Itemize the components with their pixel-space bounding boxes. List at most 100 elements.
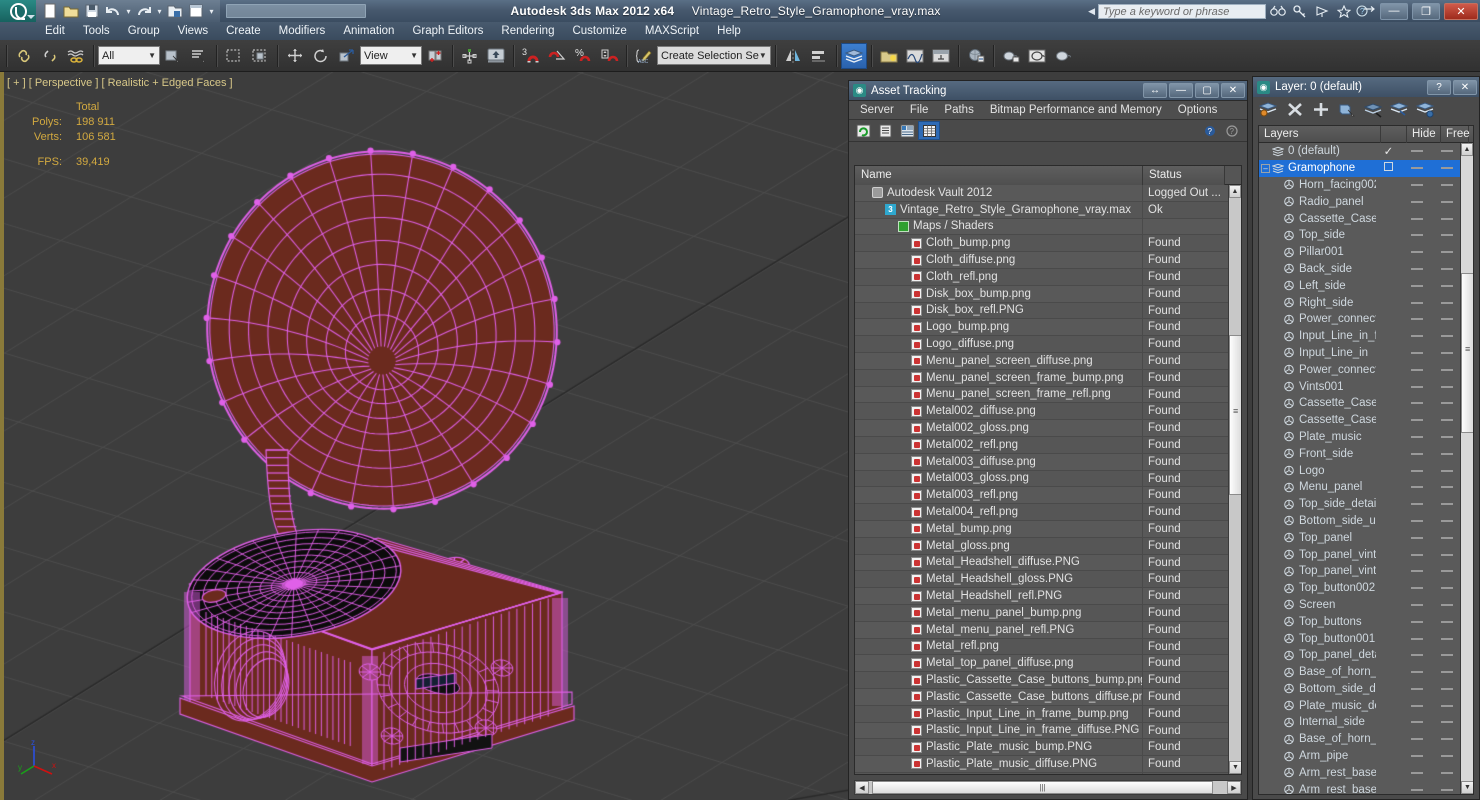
- use-pivot-center-icon[interactable]: [422, 43, 448, 69]
- spinner-snap-toggle-icon[interactable]: [596, 43, 622, 69]
- workspace-selector[interactable]: [226, 4, 366, 18]
- hide-toggle[interactable]: [1401, 183, 1433, 186]
- graphite-modeling-tools-icon[interactable]: [876, 43, 902, 69]
- asset-row[interactable]: Menu_panel_screen_frame_refl.png Found: [855, 386, 1228, 404]
- close-button[interactable]: ✕: [1453, 79, 1477, 95]
- scroll-right-button[interactable]: ▶: [1227, 781, 1241, 794]
- layer-row[interactable]: Horn_facing002: [1259, 177, 1460, 194]
- add-selection-to-layer-icon[interactable]: [1309, 99, 1333, 119]
- at-menu-file[interactable]: File: [902, 101, 937, 120]
- highlight-selected-objects-icon[interactable]: [1361, 99, 1385, 119]
- asset-row[interactable]: Plastic_screen_diffuse.pngFound: [855, 772, 1228, 774]
- layer-row[interactable]: Back_side: [1259, 261, 1460, 278]
- layer-row[interactable]: Front_side: [1259, 445, 1460, 462]
- details-icon[interactable]: [896, 121, 918, 140]
- asset-row[interactable]: Metal003_refl.png Found: [855, 487, 1228, 505]
- layer-manager-title-bar[interactable]: ◉ Layer: 0 (default) ? ✕: [1253, 77, 1479, 97]
- column-header-freeze[interactable]: Free: [1441, 126, 1470, 143]
- current-layer-toggle[interactable]: [1376, 162, 1401, 174]
- satellite-icon[interactable]: [1312, 2, 1332, 20]
- asset-row[interactable]: Metal_bump.png Found: [855, 520, 1228, 538]
- edit-named-selection-sets-icon[interactable]: ABC: [631, 43, 657, 69]
- hide-toggle[interactable]: [1401, 167, 1434, 170]
- restore-button[interactable]: ❐: [1412, 2, 1440, 20]
- hide-toggle[interactable]: [1401, 402, 1433, 405]
- layer-row[interactable]: Top_button002: [1259, 580, 1460, 597]
- hide-toggle[interactable]: [1401, 687, 1433, 690]
- layer-row[interactable]: Pillar001: [1259, 244, 1460, 261]
- hide-toggle[interactable]: [1401, 654, 1433, 657]
- freeze-toggle[interactable]: [1433, 620, 1460, 623]
- layer-row[interactable]: Input_Line_in: [1259, 345, 1460, 362]
- asset-row[interactable]: Plastic_Input_Line_in_frame_diffuse.PNG F…: [855, 722, 1228, 740]
- layer-row[interactable]: Top_panel_vints: [1259, 563, 1460, 580]
- hide-toggle[interactable]: [1401, 452, 1433, 455]
- angle-snap-toggle-icon[interactable]: [544, 43, 570, 69]
- freeze-toggle[interactable]: [1433, 318, 1460, 321]
- search-input[interactable]: Type a keyword or phrase: [1098, 3, 1266, 19]
- scroll-left-button[interactable]: ◀: [855, 781, 869, 794]
- binoculars-icon[interactable]: [1268, 2, 1288, 20]
- layer-row[interactable]: Base_of_horn_fi: [1259, 731, 1460, 748]
- create-new-layer-icon[interactable]: [1257, 99, 1281, 119]
- hide-toggle[interactable]: [1401, 301, 1433, 304]
- select-and-move-icon[interactable]: [282, 43, 308, 69]
- menu-help[interactable]: Help: [708, 22, 750, 40]
- freeze-toggle[interactable]: [1433, 687, 1460, 690]
- minimize-button[interactable]: —: [1380, 2, 1408, 20]
- asset-tracking-title-bar[interactable]: ◉ Asset Tracking ↔ — ▢ ✕: [849, 81, 1247, 101]
- layer-row[interactable]: Menu_panel: [1259, 479, 1460, 496]
- select-and-link-icon[interactable]: [11, 43, 37, 69]
- hide-toggle[interactable]: [1401, 536, 1433, 539]
- select-by-name-icon[interactable]: [186, 43, 212, 69]
- scroll-thumb[interactable]: [1229, 335, 1241, 495]
- asset-row[interactable]: 3 Vintage_Retro_Style_Gramophone_vray.max…: [855, 201, 1228, 219]
- menu-views[interactable]: Views: [169, 22, 217, 40]
- select-and-manipulate-icon[interactable]: [457, 43, 483, 69]
- hide-toggle[interactable]: [1401, 519, 1433, 522]
- keyboard-shortcut-override-icon[interactable]: [483, 43, 509, 69]
- at-menu-bitmap-performance[interactable]: Bitmap Performance and Memory: [982, 101, 1170, 120]
- refresh-icon[interactable]: [852, 121, 874, 140]
- hide-toggle[interactable]: [1401, 385, 1433, 388]
- layer-row[interactable]: Screen: [1259, 597, 1460, 614]
- asset-row[interactable]: Disk_box_bump.png Found: [855, 285, 1228, 303]
- snaps-toggle-icon[interactable]: 3: [518, 43, 544, 69]
- asset-row[interactable]: Metal_top_panel_diffuse.png Found: [855, 655, 1228, 673]
- select-and-scale-icon[interactable]: [334, 43, 360, 69]
- freeze-toggle[interactable]: [1433, 419, 1460, 422]
- qat-dropdown-icon[interactable]: ▾: [207, 2, 216, 20]
- workspace-icon[interactable]: [186, 2, 206, 20]
- freeze-toggle[interactable]: [1433, 704, 1460, 707]
- scroll-up-button[interactable]: ▲: [1461, 143, 1473, 156]
- hide-toggle[interactable]: [1401, 251, 1433, 254]
- undo-icon[interactable]: [103, 2, 123, 20]
- freeze-toggle[interactable]: [1433, 788, 1460, 791]
- layer-row[interactable]: Arm_rest_base: [1259, 764, 1460, 781]
- viewport-label[interactable]: [ + ] [ Perspective ] [ Realistic + Edge…: [7, 77, 233, 89]
- at-menu-paths[interactable]: Paths: [936, 101, 981, 120]
- freeze-toggle[interactable]: [1433, 603, 1460, 606]
- scroll-down-button[interactable]: ▼: [1229, 761, 1241, 774]
- freeze-toggle[interactable]: [1433, 234, 1460, 237]
- asset-row[interactable]: Maps / Shaders: [855, 218, 1228, 236]
- hide-toggle[interactable]: [1401, 351, 1433, 354]
- hide-toggle[interactable]: [1401, 587, 1433, 590]
- open-icon[interactable]: [61, 2, 81, 20]
- asset-row[interactable]: Plastic_Input_Line_in_frame_bump.png Foun…: [855, 705, 1228, 723]
- freeze-toggle[interactable]: [1433, 469, 1460, 472]
- hide-toggle[interactable]: [1401, 620, 1433, 623]
- layer-row[interactable]: Top_buttons: [1259, 613, 1460, 630]
- chevron-down-icon[interactable]: ▼: [148, 51, 156, 60]
- hide-toggle[interactable]: [1401, 721, 1433, 724]
- asset-row[interactable]: Metal_refl.png Found: [855, 638, 1228, 656]
- rectangular-selection-region-icon[interactable]: [221, 43, 247, 69]
- asset-row[interactable]: Metal002_gloss.png Found: [855, 420, 1228, 437]
- star-icon[interactable]: [1334, 2, 1354, 20]
- hide-toggle[interactable]: [1401, 368, 1433, 371]
- hide-toggle[interactable]: [1401, 738, 1433, 741]
- menu-tools[interactable]: Tools: [74, 22, 119, 40]
- minimize-button[interactable]: —: [1169, 83, 1193, 98]
- asset-row[interactable]: Autodesk Vault 2012 Logged Out ...: [855, 185, 1228, 202]
- hide-toggle[interactable]: [1401, 469, 1433, 472]
